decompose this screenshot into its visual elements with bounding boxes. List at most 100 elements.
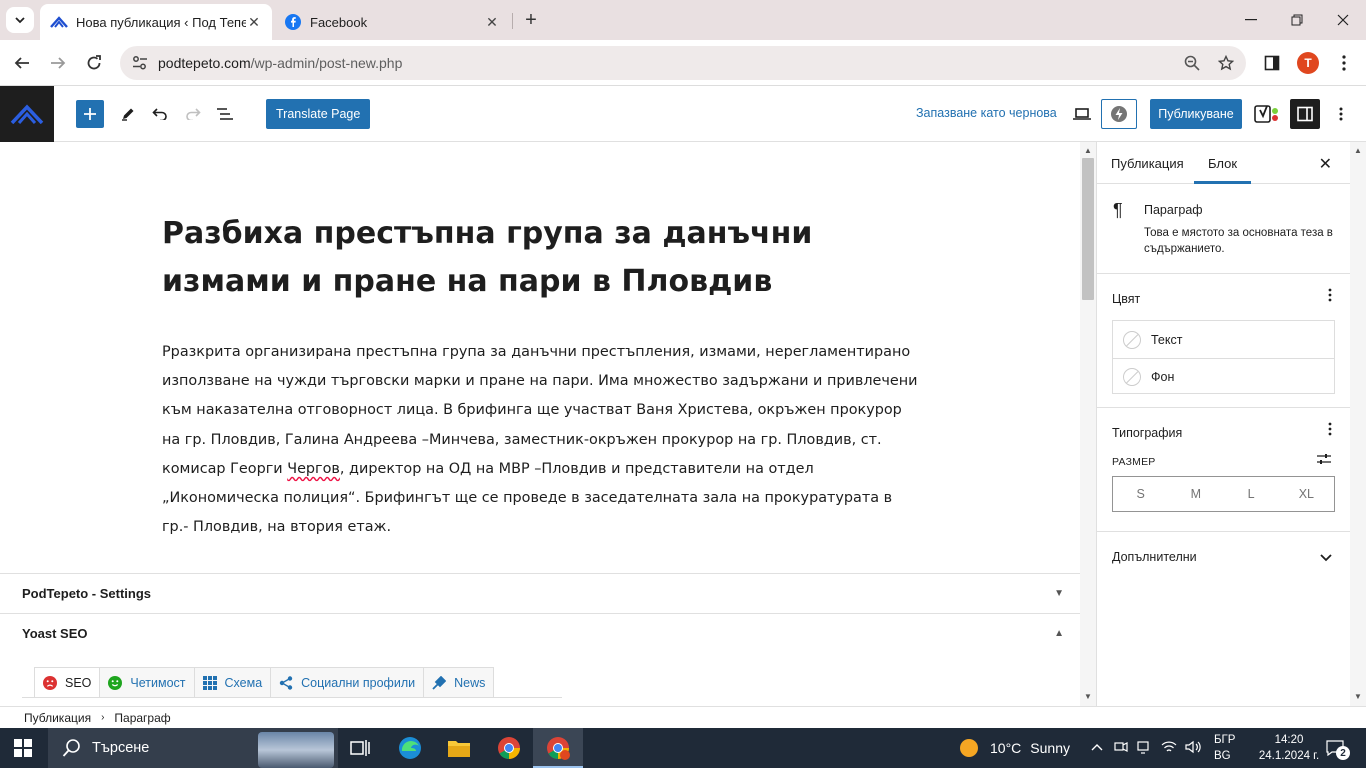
weather-widget[interactable]: 10°C Sunny — [960, 728, 1070, 768]
yoast-tab-readability[interactable]: Четимост — [99, 667, 195, 697]
windows-start-icon[interactable] — [14, 739, 32, 757]
volume-icon[interactable] — [1184, 738, 1202, 756]
yoast-tab-label: Социални профили — [301, 675, 416, 690]
paragraph-block[interactable]: Рразкрита организирана престъпна група з… — [162, 338, 922, 542]
close-sidebar-icon[interactable]: ✕ — [1319, 154, 1332, 174]
block-inserter-button[interactable] — [76, 100, 104, 128]
file-explorer-icon[interactable] — [445, 734, 473, 762]
close-tab-icon[interactable]: ✕ — [484, 14, 500, 30]
input-language-indicator[interactable]: БГР BG — [1214, 732, 1235, 764]
tools-button[interactable] — [114, 100, 142, 128]
edge-icon[interactable] — [396, 734, 424, 762]
scroll-down-icon[interactable]: ▼ — [1083, 692, 1093, 702]
close-tab-icon[interactable]: ✕ — [246, 14, 262, 30]
sidebar-scrollbar[interactable]: ▲ ▼ — [1350, 142, 1366, 706]
notifications-button[interactable]: 2 — [1324, 738, 1350, 760]
document-overview-button[interactable] — [211, 100, 239, 128]
text-color-option[interactable]: Текст — [1113, 321, 1334, 358]
meet-now-icon[interactable] — [1112, 738, 1130, 756]
clock-time: 14:20 — [1274, 734, 1304, 746]
browser-tab-active[interactable]: Нова публикация ‹ Под Тепето ✕ — [40, 4, 272, 40]
editor-scrollbar[interactable]: ▲ ▼ — [1080, 142, 1096, 706]
windows-taskbar: Търсене 10°C Sunny БГР BG 14:20 24.1.202… — [0, 728, 1366, 768]
translate-page-button[interactable]: Translate Page — [266, 99, 371, 129]
chrome-icon[interactable] — [495, 734, 523, 762]
side-panel-button[interactable] — [1258, 49, 1286, 77]
sidebar-tabs: Публикация Блок ✕ — [1097, 142, 1350, 184]
site-logo-button[interactable] — [0, 86, 54, 142]
reload-button[interactable] — [80, 49, 108, 77]
settings-metabox-header[interactable]: PodTepeto - Settings ▼ — [0, 573, 1080, 613]
more-vertical-icon[interactable] — [1328, 422, 1332, 439]
wifi-icon[interactable] — [1160, 738, 1178, 756]
redo-button[interactable] — [179, 100, 207, 128]
custom-size-icon[interactable] — [1316, 452, 1332, 466]
show-hidden-icons-icon[interactable] — [1088, 738, 1106, 756]
editor-canvas: Разбиха престъпна група за данъчни измам… — [0, 142, 1080, 573]
scroll-down-icon[interactable]: ▼ — [1353, 692, 1363, 701]
breadcrumb-post[interactable]: Публикация — [24, 711, 91, 725]
size-option-xl[interactable]: XL — [1279, 477, 1334, 511]
url-host: podtepeto.com — [158, 55, 251, 71]
metabox-title: Yoast SEO — [22, 626, 88, 641]
network-icon[interactable] — [1136, 738, 1154, 756]
block-breadcrumbs: Публикация › Параграф — [0, 706, 1366, 728]
settings-sidebar-button[interactable] — [1290, 99, 1320, 129]
size-option-m[interactable]: M — [1168, 477, 1223, 511]
yoast-tab-seo[interactable]: SEO — [34, 667, 101, 698]
scroll-up-icon[interactable]: ▲ — [1083, 146, 1093, 156]
side-panel-icon — [1264, 55, 1280, 71]
more-vertical-icon[interactable] — [1328, 288, 1332, 305]
preview-button[interactable] — [1069, 100, 1095, 128]
zoom-icon[interactable] — [1178, 49, 1206, 77]
breadcrumb-paragraph[interactable]: Параграф — [114, 711, 170, 725]
bookmark-star-icon[interactable] — [1212, 49, 1240, 77]
restore-button[interactable] — [1274, 0, 1320, 40]
taskbar-search[interactable]: Търсене — [48, 728, 338, 768]
size-option-s[interactable]: S — [1113, 477, 1168, 511]
yoast-tab-social[interactable]: Социални профили — [270, 667, 425, 697]
background-color-option[interactable]: Фон — [1113, 358, 1334, 395]
caret-down-icon: ▼ — [1054, 588, 1064, 599]
yoast-tab-news[interactable]: News — [423, 667, 495, 697]
site-info-icon[interactable] — [128, 51, 152, 75]
new-tab-button[interactable]: + — [520, 8, 542, 32]
browser-menu-button[interactable] — [1330, 49, 1358, 77]
save-draft-button[interactable]: Запазване като чернова — [916, 106, 1057, 120]
undo-button[interactable] — [146, 100, 174, 128]
options-button[interactable] — [1330, 100, 1352, 128]
yoast-metabox-header[interactable]: Yoast SEO ▲ — [0, 613, 1080, 653]
yoast-tab-schema[interactable]: Схема — [193, 667, 272, 697]
scrollbar-thumb[interactable] — [1082, 158, 1094, 300]
back-button[interactable] — [8, 49, 36, 77]
block-description: Това е мястото за основната теза в съдър… — [1144, 227, 1333, 255]
tab-post[interactable]: Публикация — [1111, 156, 1184, 171]
minimize-button[interactable] — [1228, 0, 1274, 40]
search-highlight-image — [258, 732, 334, 768]
forward-button[interactable] — [44, 49, 72, 77]
color-panel: Цвят Текст Фон — [1097, 274, 1350, 408]
jetpack-button[interactable] — [1101, 99, 1137, 129]
paragraph-text-start: Рразкрита организирана престъпна група з… — [162, 344, 918, 477]
address-bar[interactable]: podtepeto.com/wp-admin/post-new.php — [120, 46, 1246, 80]
profile-avatar[interactable]: T — [1297, 52, 1319, 74]
chrome-profile-taskbar-button[interactable] — [533, 728, 583, 768]
system-clock[interactable]: 14:20 24.1.2024 г. — [1258, 732, 1320, 764]
close-window-button[interactable] — [1320, 0, 1366, 40]
advanced-panel-title: Допълнителни — [1112, 550, 1197, 564]
size-option-l[interactable]: L — [1224, 477, 1279, 511]
tab-block[interactable]: Блок — [1193, 156, 1252, 184]
tab-separator — [512, 13, 513, 29]
browser-tab-facebook[interactable]: Facebook ✕ — [274, 4, 510, 40]
post-title[interactable]: Разбиха престъпна група за данъчни измам… — [162, 210, 922, 306]
chevron-down-icon — [15, 17, 25, 24]
tab-search-button[interactable] — [6, 7, 34, 33]
arrow-right-icon — [51, 57, 66, 69]
task-view-icon[interactable] — [346, 734, 374, 762]
reload-icon — [87, 55, 101, 70]
yoast-button[interactable] — [1252, 100, 1282, 128]
chrome-profile-icon — [547, 737, 570, 760]
publish-button[interactable]: Публикуване — [1150, 99, 1242, 129]
advanced-panel[interactable]: Допълнителни — [1097, 532, 1350, 582]
scroll-up-icon[interactable]: ▲ — [1353, 146, 1363, 155]
